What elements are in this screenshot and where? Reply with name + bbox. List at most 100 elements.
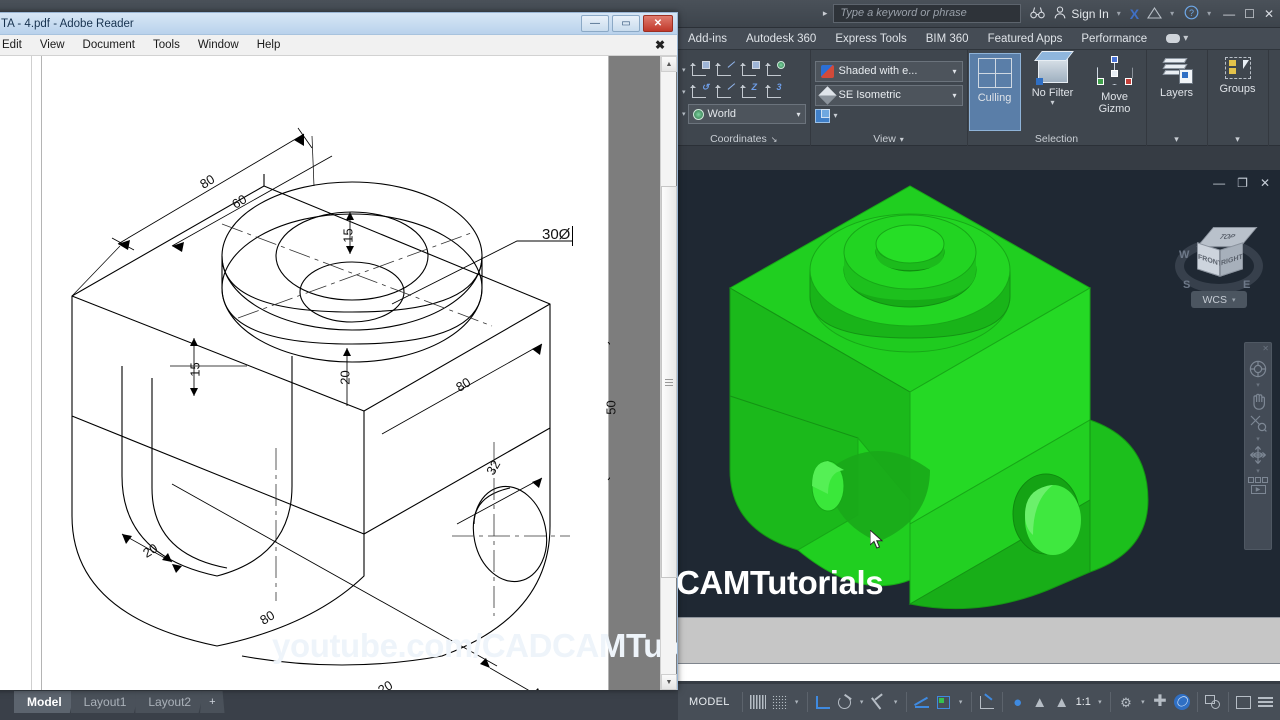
dynamic-ucs-button[interactable]	[977, 691, 997, 713]
chevron-down-icon[interactable]: ▾	[797, 110, 801, 119]
ribbon-tab-express-tools[interactable]: Express Tools	[835, 33, 906, 45]
viewcube-cube[interactable]: TOP FRONT RIGHT	[1197, 229, 1243, 275]
ucs-face-icon[interactable]	[738, 59, 762, 80]
compass-east-label[interactable]: E	[1243, 279, 1250, 291]
ribbon-tab-autodesk-360[interactable]: Autodesk 360	[746, 33, 816, 45]
scroll-up-button[interactable]: ▲	[661, 56, 677, 72]
pdf-vertical-scrollbar[interactable]: ▲ ▼	[660, 56, 676, 690]
ribbon-tab-bim-360[interactable]: BIM 360	[926, 33, 969, 45]
toolbar-close-icon[interactable]: ✖	[655, 38, 665, 52]
zoom-caret-icon[interactable]: ▾	[1256, 435, 1260, 443]
groups-button[interactable]: Groups	[1212, 53, 1264, 131]
app-maximize-button[interactable]: ☐	[1244, 7, 1255, 21]
ucs-named-icon[interactable]	[688, 59, 712, 80]
showmotion-play-icon[interactable]: ▶	[1251, 485, 1266, 494]
drawing-minimize-button[interactable]: —	[1213, 176, 1225, 190]
polar-tracking-button[interactable]	[835, 691, 855, 713]
adobe-maximize-button[interactable]: ▭	[612, 15, 640, 32]
compass-west-label[interactable]: W	[1179, 249, 1189, 261]
ribbon-tab-featured-apps[interactable]: Featured Apps	[988, 33, 1063, 45]
autodesk-caret-icon[interactable]: ▾	[1170, 9, 1174, 18]
layers-panel-caret-icon[interactable]: ▾	[1174, 134, 1179, 145]
annotation-scale-button[interactable]: ▲	[1052, 691, 1072, 713]
drawing-canvas[interactable]: — ❐ ✕	[678, 170, 1280, 617]
steering-wheel-icon[interactable]	[1246, 359, 1270, 379]
workspace-caret-icon[interactable]: ▾	[1138, 698, 1148, 706]
scroll-down-button[interactable]: ▼	[661, 674, 677, 690]
snap-mode-button[interactable]	[770, 691, 790, 713]
view-tools-button[interactable]: View	[1273, 53, 1280, 131]
osnap-caret-icon[interactable]: ▾	[956, 698, 966, 706]
chevron-down-icon[interactable]: ▾	[953, 67, 957, 76]
autodesk-logo-icon[interactable]	[1147, 6, 1162, 22]
navbar-close-icon[interactable]: ✕	[1262, 344, 1269, 353]
user-account-icon[interactable]	[1054, 6, 1066, 21]
app-minimize-button[interactable]: —	[1223, 7, 1235, 21]
workspace-switching-button[interactable]: ⚙	[1116, 691, 1136, 713]
menu-item-view[interactable]: View	[31, 39, 74, 51]
autoscale-button[interactable]: ▲	[1030, 691, 1050, 713]
menu-item-help[interactable]: Help	[248, 39, 290, 51]
scrollbar-thumb[interactable]	[661, 186, 677, 578]
selection-cycling-button[interactable]	[1203, 691, 1223, 713]
showmotion-icon[interactable]	[1248, 477, 1268, 483]
ucs-world-icon[interactable]	[763, 59, 787, 80]
layers-button[interactable]: Layers	[1151, 53, 1203, 131]
command-line-area[interactable]	[678, 617, 1280, 681]
menu-item-tools[interactable]: Tools	[144, 39, 189, 51]
search-binoculars-icon[interactable]	[1030, 6, 1045, 21]
no-filter-button[interactable]: No Filter ▾	[1027, 53, 1079, 131]
command-input-line[interactable]	[678, 663, 1280, 681]
isodraft-button[interactable]	[869, 691, 889, 713]
navigation-bar[interactable]: ✕ ▾ ▾	[1244, 342, 1272, 550]
polar-caret-icon[interactable]: ▾	[857, 698, 867, 706]
adobe-titlebar[interactable]: TA - 4.pdf - Adobe Reader — ▭ ✕	[0, 13, 677, 35]
ucs-3point-icon[interactable]: 3	[763, 81, 787, 102]
zoom-icon[interactable]	[1246, 413, 1270, 433]
visual-style-combo[interactable]: Shaded with e... ▾	[815, 61, 963, 82]
viewport-caret-icon[interactable]: ▾	[834, 111, 838, 120]
pan-hand-icon[interactable]	[1246, 391, 1270, 411]
menu-item-document[interactable]: Document	[74, 39, 144, 51]
infocenter-caret-icon[interactable]: ▸	[823, 8, 828, 19]
chevron-down-icon[interactable]: ▾	[1232, 296, 1236, 304]
view-panel-caret-icon[interactable]: ▾	[900, 135, 904, 144]
viewcube-face-top[interactable]: TOP	[1197, 227, 1258, 247]
layout-tab-model[interactable]: Model	[14, 691, 75, 713]
ribbon-overflow-icon[interactable]: ▾	[1166, 33, 1188, 44]
coordinates-dialog-launcher[interactable]: ↘	[771, 135, 778, 144]
pdf-page[interactable]: 80 60 15 20 15 80 50 32 20 80 20 30Ø you…	[41, 56, 609, 690]
compass-south-label[interactable]: S	[1183, 279, 1190, 291]
customization-plus-button[interactable]: ✚	[1150, 691, 1170, 713]
object-snap-button[interactable]	[912, 691, 932, 713]
steering-wheel-caret-icon[interactable]: ▾	[1256, 381, 1260, 389]
orbit-icon[interactable]	[1246, 445, 1270, 465]
signin-caret-icon[interactable]: ▾	[1117, 9, 1121, 18]
ortho-mode-button[interactable]	[813, 691, 833, 713]
fullscreen-button[interactable]	[1234, 691, 1254, 713]
ucs-selector[interactable]: WCS ▾	[1191, 291, 1247, 308]
no-filter-caret-icon[interactable]: ▾	[1051, 99, 1055, 108]
coordinates-flyout-carets[interactable]: ▾▾▾	[682, 59, 686, 125]
move-gizmo-button[interactable]: Move Gizmo	[1085, 53, 1145, 131]
chevron-down-icon[interactable]: ▾	[953, 91, 957, 100]
ribbon-tab-performance[interactable]: Performance	[1081, 33, 1147, 45]
search-input[interactable]: Type a keyword or phrase	[833, 4, 1021, 23]
model-space-button[interactable]: MODEL	[682, 693, 737, 711]
ribbon-tab-add-ins[interactable]: Add-ins	[688, 33, 727, 45]
layout-tab-add[interactable]: +	[200, 691, 224, 713]
adobe-close-button[interactable]: ✕	[643, 15, 673, 32]
isodraft-caret-icon[interactable]: ▾	[891, 698, 901, 706]
ucs-z-axis-icon[interactable]: Z	[738, 81, 762, 102]
viewcube-face-right[interactable]: RIGHT	[1220, 242, 1243, 276]
orbit-caret-icon[interactable]: ▾	[1256, 467, 1260, 475]
adobe-reader-window[interactable]: TA - 4.pdf - Adobe Reader — ▭ ✕ Edit Vie…	[0, 12, 678, 690]
adobe-minimize-button[interactable]: —	[581, 15, 609, 32]
viewpoint-combo[interactable]: SE Isometric ▾	[815, 85, 963, 106]
groups-panel-caret-icon[interactable]: ▾	[1235, 134, 1240, 145]
menu-item-window[interactable]: Window	[189, 39, 248, 51]
annotation-visibility-button[interactable]: ●	[1008, 691, 1028, 713]
autodesk-exchange-icon[interactable]: X	[1130, 6, 1139, 22]
menu-item-edit[interactable]: Edit	[0, 39, 31, 51]
lineweight-button[interactable]: ◯	[1172, 691, 1192, 713]
